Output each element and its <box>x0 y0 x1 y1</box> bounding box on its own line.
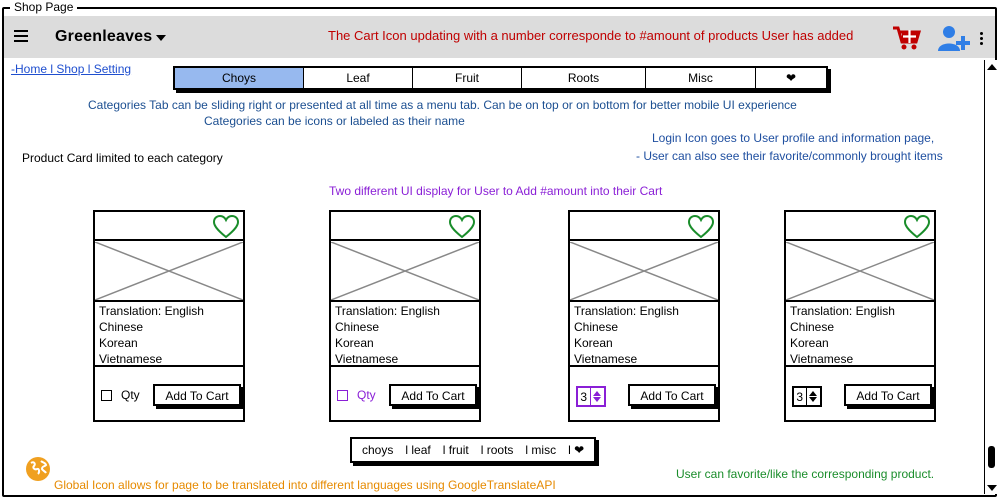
login-note-2: - User can also see their favorite/commo… <box>636 149 943 163</box>
add-to-cart-button[interactable]: Add To Cart <box>389 384 477 406</box>
tab-roots[interactable]: Roots <box>522 68 646 88</box>
breadcrumb[interactable]: -Home l Shop l Setting <box>11 62 131 76</box>
login-note: Login Icon goes to User profile and info… <box>652 131 935 145</box>
add-amount-note: Two different UI display for User to Add… <box>329 184 663 198</box>
scroll-thumb[interactable] <box>988 446 995 468</box>
qty-checkbox[interactable] <box>337 390 348 401</box>
product-image-placeholder <box>331 242 479 302</box>
stepper-arrows-icon[interactable] <box>805 388 820 405</box>
translation-line: Chinese <box>790 320 835 334</box>
product-card-note: Product Card limited to each category <box>22 151 223 165</box>
category-tabs: Choys Leaf Fruit Roots Misc ❤ <box>173 66 828 90</box>
translation-list: Translation: English Chinese Korean Viet… <box>335 303 475 365</box>
translation-list: Translation: English Chinese Korean Viet… <box>790 303 930 365</box>
translation-line: Vietnamese <box>335 352 399 365</box>
app-name[interactable]: Greenleaves <box>55 28 152 46</box>
tab-favorites[interactable]: ❤ <box>756 68 826 88</box>
translation-line: Vietnamese <box>99 352 163 365</box>
translation-line: Vietnamese <box>574 352 638 365</box>
translation-list: Translation: English Chinese Korean Viet… <box>574 303 714 365</box>
product-image-placeholder <box>786 242 934 302</box>
translation-line: Korean <box>574 336 613 350</box>
vertical-scrollbar[interactable] <box>984 60 998 494</box>
translation-line: Chinese <box>335 320 380 334</box>
bottom-tab-roots[interactable]: l roots <box>481 443 514 457</box>
heart-icon[interactable] <box>904 215 930 239</box>
add-to-cart-button[interactable]: Add To Cart <box>628 384 716 406</box>
product-card: Translation: English Chinese Korean Viet… <box>93 210 245 422</box>
scroll-up-icon[interactable] <box>987 64 997 70</box>
global-note: Global Icon allows for page to be transl… <box>54 478 556 492</box>
bottom-tab-favorites[interactable]: l ❤ <box>568 443 584 457</box>
qty-label: Qty <box>357 388 376 402</box>
translation-line: Translation: English <box>99 304 204 318</box>
heart-icon[interactable] <box>449 215 475 239</box>
translation-line: Translation: English <box>574 304 679 318</box>
product-card: Translation: English Chinese Korean Viet… <box>784 210 936 422</box>
chevron-down-icon[interactable] <box>156 35 166 41</box>
add-to-cart-icon[interactable] <box>892 25 922 51</box>
translation-line: Chinese <box>574 320 619 334</box>
cart-note: The Cart Icon updating with a number cor… <box>328 28 854 43</box>
translation-line: Translation: English <box>335 304 440 318</box>
tab-leaf[interactable]: Leaf <box>304 68 413 88</box>
tab-misc[interactable]: Misc <box>646 68 756 88</box>
product-card: Translation: English Chinese Korean Viet… <box>568 210 720 422</box>
bottom-tab-leaf[interactable]: l leaf <box>405 443 430 457</box>
tab-choys[interactable]: Choys <box>175 68 304 88</box>
stepper-arrows-icon[interactable] <box>589 388 604 405</box>
translation-line: Translation: English <box>790 304 895 318</box>
translation-line: Korean <box>335 336 374 350</box>
quantity-stepper[interactable]: 3 <box>576 386 606 407</box>
more-vertical-icon[interactable] <box>980 32 984 47</box>
bottom-tab-misc[interactable]: l misc <box>525 443 556 457</box>
translation-line: Korean <box>790 336 829 350</box>
product-image-placeholder <box>570 242 718 302</box>
stepper-value: 3 <box>796 389 804 404</box>
bottom-category-tabs: choys l leaf l fruit l roots l misc l ❤ <box>350 437 597 463</box>
stepper-value: 3 <box>580 389 588 404</box>
window-title: Shop Page <box>10 0 78 14</box>
tab-fruit[interactable]: Fruit <box>413 68 522 88</box>
product-image-placeholder <box>95 242 243 302</box>
qty-label: Qty <box>121 388 140 402</box>
bottom-tab-choys[interactable]: choys <box>362 443 393 457</box>
translation-line: Korean <box>99 336 138 350</box>
translation-list: Translation: English Chinese Korean Viet… <box>99 303 239 365</box>
categories-note-2: Categories can be icons or labeled as th… <box>204 114 465 128</box>
translation-line: Vietnamese <box>790 352 854 365</box>
add-to-cart-button[interactable]: Add To Cart <box>153 384 241 406</box>
top-app-bar: Greenleaves The Cart Icon updating with … <box>4 16 995 58</box>
bottom-tab-fruit[interactable]: l fruit <box>443 443 469 457</box>
translation-line: Chinese <box>99 320 144 334</box>
globe-icon[interactable] <box>25 456 51 482</box>
hamburger-icon[interactable] <box>14 30 28 45</box>
heart-icon[interactable] <box>688 215 714 239</box>
product-card: Translation: English Chinese Korean Viet… <box>329 210 481 422</box>
add-to-cart-button[interactable]: Add To Cart <box>844 384 932 406</box>
add-user-icon[interactable] <box>938 25 972 51</box>
quantity-stepper[interactable]: 3 <box>792 386 822 407</box>
qty-checkbox[interactable] <box>101 390 112 401</box>
favorite-note: User can favorite/like the corresponding… <box>676 467 935 481</box>
scroll-down-icon[interactable] <box>987 485 997 491</box>
categories-note: Categories Tab can be sliding right or p… <box>88 98 797 112</box>
heart-icon[interactable] <box>213 215 239 239</box>
